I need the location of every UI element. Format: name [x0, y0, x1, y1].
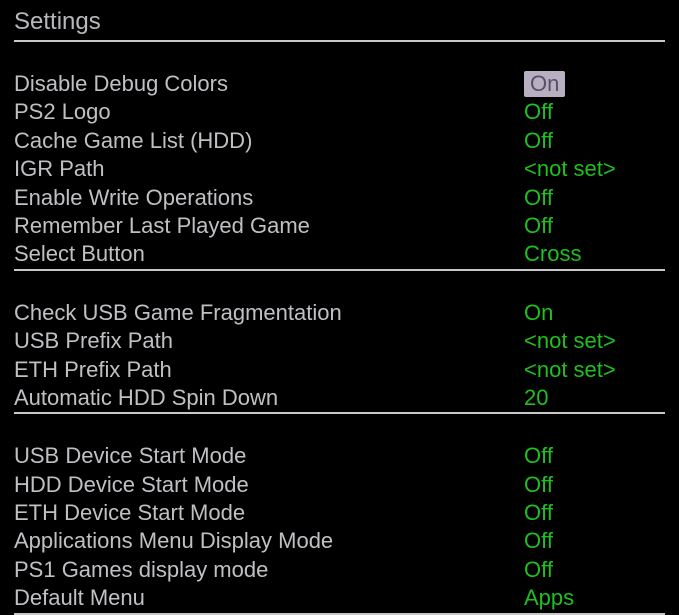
setting-label: Applications Menu Display Mode [14, 528, 524, 554]
settings-section-general: Disable Debug Colors On PS2 Logo Off Cac… [14, 70, 665, 271]
setting-remember-last-played[interactable]: Remember Last Played Game Off [14, 212, 665, 240]
setting-eth-device-start-mode[interactable]: ETH Device Start Mode Off [14, 499, 665, 527]
setting-label: Remember Last Played Game [14, 213, 524, 239]
setting-value: <not set> [524, 328, 665, 354]
setting-value: On [524, 71, 565, 97]
setting-label: Automatic HDD Spin Down [14, 385, 524, 411]
setting-label: USB Device Start Mode [14, 443, 524, 469]
setting-value: Off [524, 472, 665, 498]
setting-label: Cache Game List (HDD) [14, 128, 524, 154]
setting-label: PS2 Logo [14, 99, 524, 125]
setting-label: Disable Debug Colors [14, 71, 524, 97]
setting-label: IGR Path [14, 156, 524, 182]
setting-select-button[interactable]: Select Button Cross [14, 240, 665, 268]
setting-value: Off [524, 185, 665, 211]
setting-automatic-hdd-spin-down[interactable]: Automatic HDD Spin Down 20 [14, 384, 665, 412]
setting-value: Off [524, 128, 665, 154]
setting-value: Off [524, 443, 665, 469]
setting-label: Default Menu [14, 585, 524, 611]
setting-label: ETH Device Start Mode [14, 500, 524, 526]
setting-default-menu[interactable]: Default Menu Apps [14, 584, 665, 612]
setting-label: Enable Write Operations [14, 185, 524, 211]
setting-ps2-logo[interactable]: PS2 Logo Off [14, 98, 665, 126]
setting-value: On [524, 300, 665, 326]
setting-value: Cross [524, 241, 665, 267]
settings-section-start-modes: USB Device Start Mode Off HDD Device Sta… [14, 442, 665, 614]
setting-igr-path[interactable]: IGR Path <not set> [14, 155, 665, 183]
page-title: Settings [14, 8, 665, 42]
setting-value: <not set> [524, 156, 665, 182]
setting-label: Select Button [14, 241, 524, 267]
setting-ps1-games-display-mode[interactable]: PS1 Games display mode Off [14, 556, 665, 584]
setting-eth-prefix-path[interactable]: ETH Prefix Path <not set> [14, 356, 665, 384]
setting-label: HDD Device Start Mode [14, 472, 524, 498]
setting-enable-write-operations[interactable]: Enable Write Operations Off [14, 184, 665, 212]
setting-usb-device-start-mode[interactable]: USB Device Start Mode Off [14, 442, 665, 470]
setting-usb-prefix-path[interactable]: USB Prefix Path <not set> [14, 327, 665, 355]
settings-section-devices: Check USB Game Fragmentation On USB Pref… [14, 299, 665, 415]
setting-value: Off [524, 213, 665, 239]
setting-value: Off [524, 500, 665, 526]
setting-value: Off [524, 99, 665, 125]
setting-disable-debug-colors[interactable]: Disable Debug Colors On [14, 70, 665, 98]
setting-cache-game-list[interactable]: Cache Game List (HDD) Off [14, 127, 665, 155]
setting-label: USB Prefix Path [14, 328, 524, 354]
setting-value: Off [524, 528, 665, 554]
setting-applications-menu-display-mode[interactable]: Applications Menu Display Mode Off [14, 527, 665, 555]
setting-check-usb-fragmentation[interactable]: Check USB Game Fragmentation On [14, 299, 665, 327]
setting-hdd-device-start-mode[interactable]: HDD Device Start Mode Off [14, 471, 665, 499]
setting-value: <not set> [524, 357, 665, 383]
setting-value: Apps [524, 585, 665, 611]
setting-value: Off [524, 557, 665, 583]
setting-label: ETH Prefix Path [14, 357, 524, 383]
setting-label: PS1 Games display mode [14, 557, 524, 583]
setting-value: 20 [524, 385, 665, 411]
setting-label: Check USB Game Fragmentation [14, 300, 524, 326]
